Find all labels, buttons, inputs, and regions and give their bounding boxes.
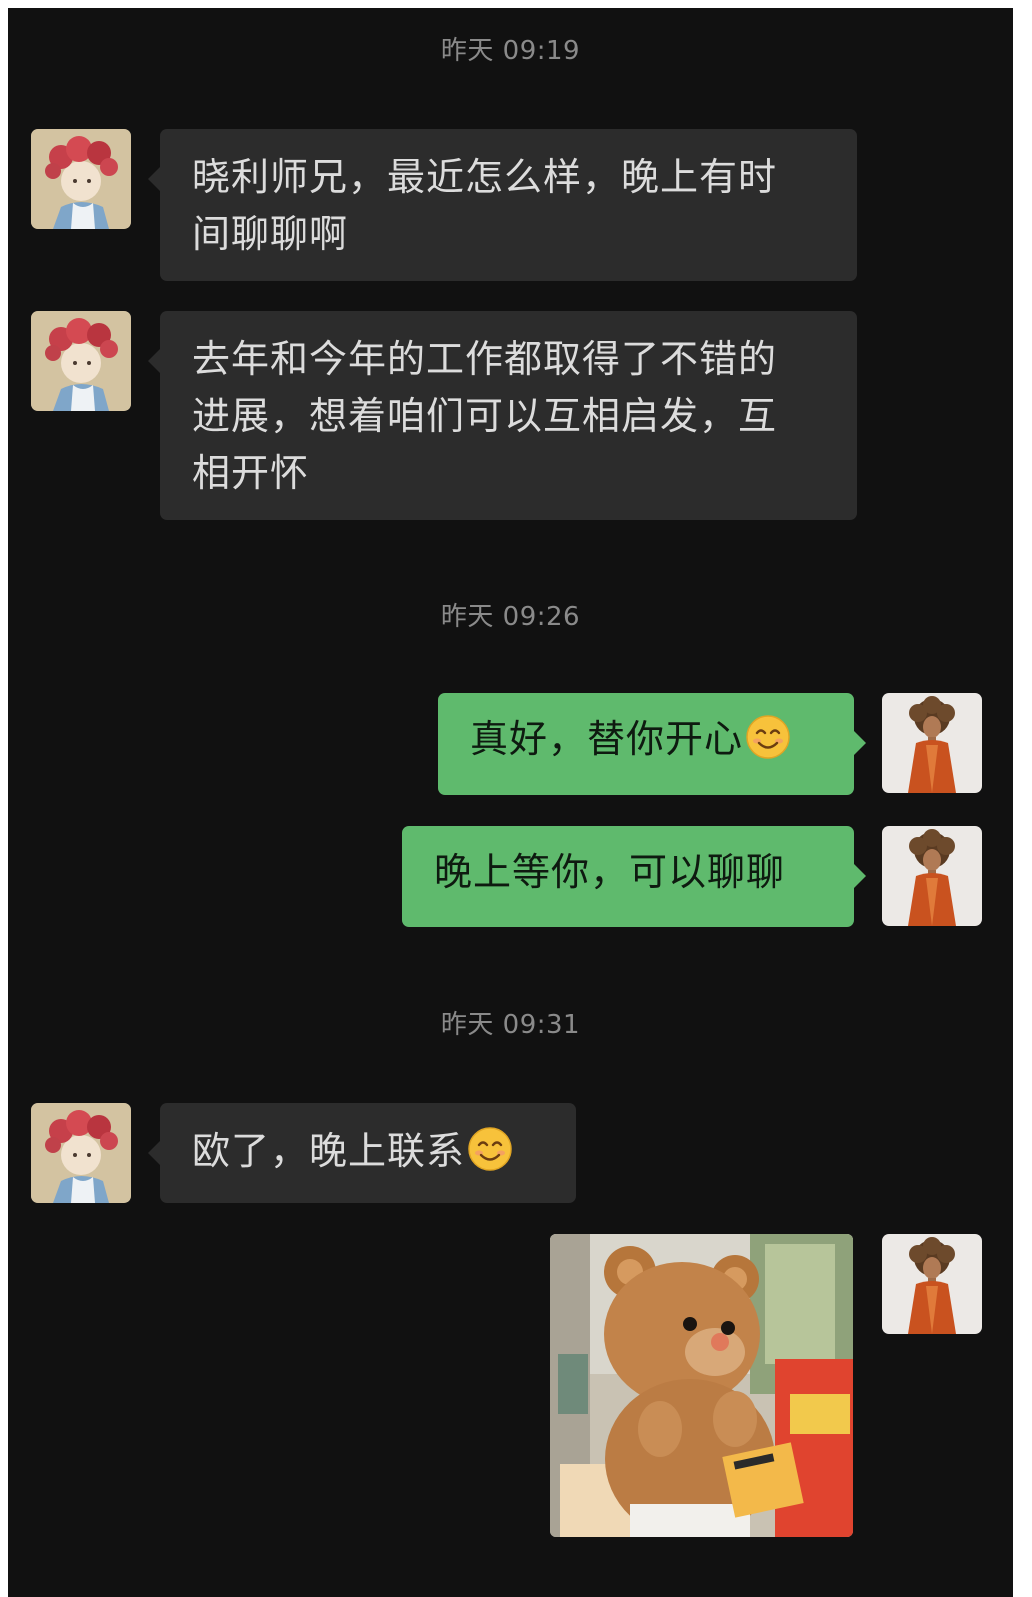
incoming-message-bubble[interactable]: 去年和今年的工作都取得了不错的 进展，想着咱们可以互相启发，互 相开怀: [148, 311, 857, 520]
bubble-tail: [854, 731, 866, 755]
timestamp: 昨天 09:19: [440, 36, 581, 66]
message-text: 欧了，晚上联系: [192, 1129, 466, 1173]
smiling-face-emoji-icon: [467, 1126, 513, 1172]
outgoing-message-bubble[interactable]: 真好，替你开心: [438, 693, 866, 795]
message-text: 真好，替你开心: [470, 717, 744, 761]
outgoing-message-bubble[interactable]: 晚上等你，可以聊聊: [402, 826, 866, 927]
image-message-teddy-bear[interactable]: [550, 1234, 853, 1537]
bubble-tail: [148, 167, 160, 191]
message-text-line: 间聊聊啊: [192, 212, 349, 256]
contact-avatar[interactable]: [31, 129, 131, 229]
message-text-line: 进展，想着咱们可以互相启发，互: [192, 394, 778, 438]
teddy-bear-photo-icon: [550, 1234, 853, 1537]
my-avatar[interactable]: [882, 826, 982, 926]
message-text-line: 相开怀: [192, 451, 310, 495]
incoming-message-bubble[interactable]: 欧了，晚上联系: [148, 1103, 576, 1203]
bubble-tail: [148, 1141, 160, 1165]
bubble-tail: [854, 864, 866, 888]
timestamp: 昨天 09:26: [440, 602, 581, 632]
incoming-message-bubble[interactable]: 晓利师兄，最近怎么样，晚上有时 间聊聊啊: [148, 129, 857, 281]
bubble-tail: [148, 349, 160, 373]
message-text-line: 晓利师兄，最近怎么样，晚上有时: [192, 155, 778, 199]
smiling-face-emoji-icon: [745, 714, 791, 760]
my-avatar[interactable]: [882, 693, 982, 793]
timestamp: 昨天 09:31: [440, 1010, 581, 1040]
message-text-line: 去年和今年的工作都取得了不错的: [192, 337, 778, 381]
contact-avatar[interactable]: [31, 311, 131, 411]
message-text: 晚上等你，可以聊聊: [434, 850, 786, 894]
my-avatar[interactable]: [882, 1234, 982, 1334]
chat-screen: 昨天 09:19 晓利师兄，最近怎么样，晚上有时 间聊聊啊 去年和今年的工作都取…: [8, 8, 1013, 1597]
contact-avatar[interactable]: [31, 1103, 131, 1203]
